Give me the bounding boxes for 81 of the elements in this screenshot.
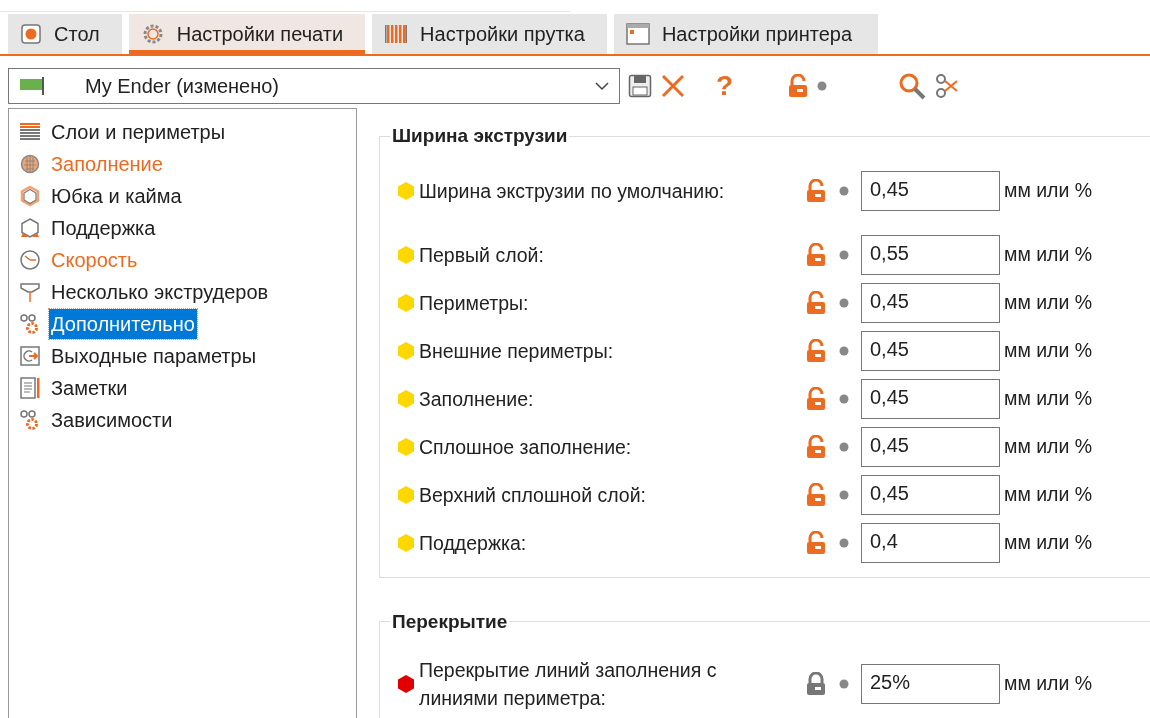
unlocked-icon[interactable]	[787, 74, 810, 98]
category-item[interactable]: Слои и периметры	[19, 116, 356, 148]
value-field[interactable]: 0,45	[861, 378, 1000, 419]
value-field[interactable]: 0,45	[861, 474, 1000, 515]
setting-label: Верхний сплошной слой:	[419, 482, 648, 508]
value-field[interactable]: 0,45	[861, 170, 1000, 211]
value-field[interactable]: 25%	[861, 664, 1000, 704]
unlocked-icon[interactable]	[805, 290, 827, 315]
hexagon-icon	[19, 185, 41, 207]
dot-icon	[839, 393, 849, 404]
setting-label: Первый слой:	[419, 242, 545, 268]
unlocked-icon[interactable]	[805, 386, 827, 411]
layers-icon	[19, 121, 41, 143]
unit-label: мм или %	[1004, 529, 1093, 555]
unlocked-icon[interactable]	[805, 530, 827, 555]
nozzle-icon	[19, 281, 41, 303]
dot-icon	[839, 441, 849, 452]
category-item[interactable]: Юбка и кайма	[19, 180, 356, 212]
unlocked-icon[interactable]	[805, 482, 827, 507]
group-title: Ширина экструзии	[391, 124, 569, 148]
plate-icon	[20, 23, 42, 45]
spool-icon	[384, 23, 409, 45]
export-icon	[19, 345, 41, 367]
value-field[interactable]: 0,45	[861, 330, 1000, 371]
category-item[interactable]: Дополнительно	[19, 308, 356, 340]
value-field[interactable]: 0,55	[861, 234, 1000, 275]
dot-icon	[839, 345, 849, 356]
unlocked-icon[interactable]	[805, 338, 827, 363]
category-item[interactable]: Выходные параметры	[19, 340, 356, 372]
gears-icon	[19, 313, 41, 335]
tab[interactable]: Настройки прутка	[372, 14, 607, 54]
setting-label: Заполнение:	[419, 386, 535, 412]
dot-icon	[817, 81, 828, 91]
save-icon[interactable]	[628, 74, 652, 98]
dot-icon	[839, 679, 849, 689]
unit-label: мм или %	[1004, 433, 1093, 459]
unit-label: мм или %	[1004, 177, 1093, 203]
unit-label: мм или %	[1004, 289, 1093, 315]
dot-icon	[839, 185, 849, 196]
unit-label: мм или %	[1004, 337, 1093, 363]
dot-icon	[839, 249, 849, 260]
category-item[interactable]: Зависимости	[19, 404, 356, 436]
tab[interactable]: Стол	[8, 14, 122, 54]
unlocked-icon[interactable]	[805, 434, 827, 459]
tab[interactable]: Настройки принтера	[613, 14, 879, 54]
setting-label: Периметры:	[419, 290, 530, 316]
gears-icon	[19, 409, 41, 431]
dot-icon	[839, 297, 849, 308]
notes-icon	[19, 377, 41, 399]
group-title: Перекрытие	[391, 609, 509, 634]
unit-label: мм или %	[1004, 671, 1093, 697]
value-field[interactable]: 0,45	[861, 426, 1000, 467]
setting-label: Внешние периметры:	[419, 338, 615, 364]
chevron-down-icon	[595, 81, 609, 91]
dot-icon	[839, 537, 849, 548]
category-item[interactable]: Поддержка	[19, 212, 356, 244]
close-icon[interactable]	[660, 73, 686, 99]
setting-label: Ширина экструзии по умолчанию:	[419, 178, 726, 204]
unit-label: мм или %	[1004, 481, 1093, 507]
setting-label: Перекрытие линий заполнения с линиями периметра:	[419, 658, 718, 711]
support-icon	[19, 217, 41, 239]
printer-window-icon	[625, 23, 650, 45]
tab[interactable]: Настройки печати	[128, 14, 366, 54]
unlocked-icon[interactable]	[805, 242, 827, 267]
clock-icon	[19, 249, 41, 271]
dot-icon	[839, 489, 849, 500]
unit-label: мм или %	[1004, 241, 1093, 267]
value-field[interactable]: 0,4	[861, 522, 1000, 563]
value-field[interactable]: 0,45	[861, 282, 1000, 323]
search-icon[interactable]	[897, 71, 928, 101]
preset-value: My Ender (изменено)	[85, 74, 280, 99]
category-item[interactable]: Заметки	[19, 372, 356, 404]
category-item[interactable]: Несколько экструдеров	[19, 276, 356, 308]
unlocked-icon[interactable]	[805, 178, 827, 203]
locked-icon[interactable]	[805, 672, 827, 696]
mesh-ball-icon	[19, 153, 41, 175]
flag-icon	[19, 77, 45, 95]
unit-label: мм или %	[1004, 385, 1093, 411]
setting-label: Поддержка:	[419, 530, 528, 556]
preset-dropdown[interactable]: My Ender (изменено)	[8, 68, 620, 104]
setting-label: Сплошное заполнение:	[419, 434, 633, 460]
